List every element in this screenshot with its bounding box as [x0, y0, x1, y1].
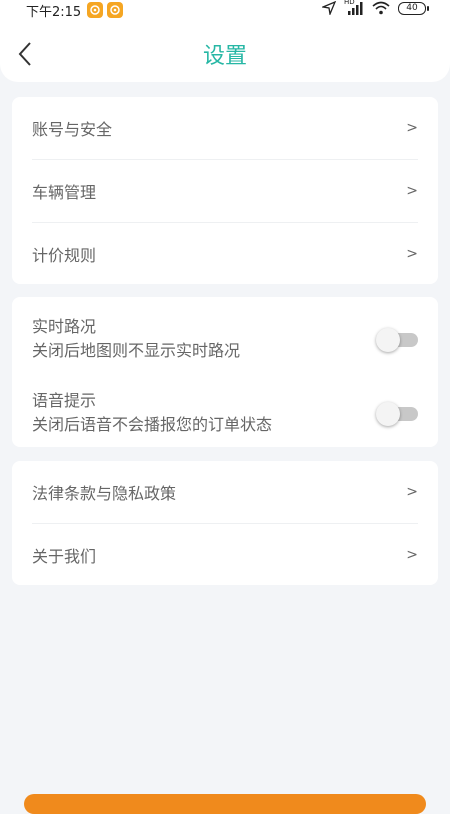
- voice-prompt-toggle[interactable]: [376, 402, 418, 426]
- setting-description: 关闭后地图则不显示实时路况: [32, 341, 241, 360]
- list-item-label: 法律条款与隐私政策: [32, 484, 177, 503]
- account-security-item[interactable]: 账号与安全 >: [32, 97, 418, 159]
- status-time: 下午2:15: [26, 4, 82, 20]
- battery-icon: 40: [398, 1, 429, 15]
- signal-icon: HD: [344, 0, 364, 15]
- chevron-right-icon: >: [406, 183, 418, 199]
- info-card: 法律条款与隐私政策 > 关于我们 >: [12, 461, 438, 585]
- setting-title: 语音提示: [32, 391, 97, 410]
- chevron-right-icon: >: [406, 484, 418, 500]
- setting-title: 实时路况: [32, 317, 97, 336]
- pricing-rules-item[interactable]: 计价规则 >: [32, 223, 418, 285]
- page-title: 设置: [202, 44, 247, 69]
- bottom-action-button[interactable]: [24, 794, 426, 814]
- toggle-settings-card: 实时路况 关闭后地图则不显示实时路况 语音提示 关闭后语音不会播报您的订单状态: [12, 297, 438, 447]
- app-notification-icon: [107, 2, 124, 18]
- app-notification-icon: [87, 2, 104, 18]
- toggle-knob: [376, 328, 400, 352]
- about-us-item[interactable]: 关于我们 >: [32, 524, 418, 586]
- realtime-traffic-setting: 实时路况 关闭后地图则不显示实时路况: [32, 313, 418, 373]
- realtime-traffic-toggle[interactable]: [376, 328, 418, 352]
- list-item-label: 计价规则: [32, 246, 97, 265]
- chevron-right-icon: >: [406, 120, 418, 136]
- setting-description: 关闭后语音不会播报您的订单状态: [32, 415, 273, 434]
- location-icon: [322, 1, 336, 15]
- status-bar: 下午2:15 HD 40: [0, 0, 450, 20]
- status-indicators: HD 40: [322, 0, 429, 15]
- voice-prompt-setting: 语音提示 关闭后语音不会播报您的订单状态: [32, 387, 418, 447]
- list-item-label: 关于我们: [32, 547, 97, 566]
- wifi-icon: [372, 1, 390, 15]
- list-item-label: 账号与安全: [32, 120, 113, 139]
- vehicle-management-item[interactable]: 车辆管理 >: [32, 160, 418, 222]
- chevron-right-icon: >: [406, 246, 418, 262]
- legal-privacy-item[interactable]: 法律条款与隐私政策 >: [32, 461, 418, 523]
- chevron-right-icon: >: [406, 547, 418, 563]
- header: 设置: [0, 20, 450, 82]
- list-item-label: 车辆管理: [32, 183, 97, 202]
- account-settings-card: 账号与安全 > 车辆管理 > 计价规则 >: [12, 97, 438, 284]
- toggle-knob: [376, 402, 400, 426]
